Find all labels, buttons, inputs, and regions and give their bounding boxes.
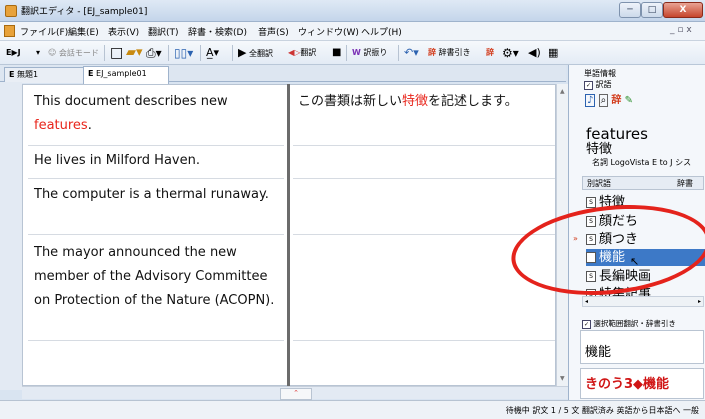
app-icon [5, 5, 17, 17]
layout-icon[interactable]: ▯▯▾ [174, 44, 193, 62]
part-of-speech: 名詞 LogoVista E to J シス [592, 158, 692, 167]
conversation-mode-button[interactable]: ☺ 会話モード [48, 44, 99, 62]
checkbox-checked-icon: ✓ [584, 81, 593, 90]
target-sentence-1[interactable]: この書類は新しい特徴を記述します。 [298, 90, 548, 114]
alternatives-header: 別訳語 辞書 [582, 176, 704, 190]
target-text: この書類は新しい [298, 94, 403, 109]
play-icon: ▶ [238, 46, 247, 59]
dict-entry-icon: S [586, 197, 596, 208]
translation-checkbox[interactable]: ✓ 訳語 [584, 79, 612, 90]
open-folder-icon[interactable]: ▰▾ [126, 44, 143, 62]
mdi-minimize-icon[interactable]: _ ▫ x [670, 25, 692, 35]
toolbar: E▶J ▾ ☺ 会話モード □ ▰▾ ⎙▾ ▯▯▾ A̲▾ ▶ 全翻訳 ◀▷翻訳… [0, 41, 705, 65]
window-title: 翻訳エディタ - [EJ_sample01] [21, 7, 148, 17]
word-info-tools: ♪ ⌕ 辞 ✎ [585, 91, 633, 107]
conversation-mode-label: 会話モード [58, 48, 99, 58]
find-icon[interactable]: ⌕ [598, 94, 609, 107]
tab-type-label: E [88, 69, 94, 78]
document-tabs: E 無題1 E EJ_sample01 [0, 65, 566, 84]
source-sentence-4[interactable]: The mayor announced the new member of th… [34, 241, 284, 313]
primary-translation: 特徴 [586, 142, 613, 157]
checkbox-checked-icon: ✓ [582, 320, 591, 329]
alternatives-icon: W [352, 48, 361, 57]
translate-icon: ◀▷ [288, 48, 301, 57]
speaker-icon[interactable]: ◀) [528, 44, 541, 62]
alternatives-label: 訳振り [363, 48, 388, 57]
dict-icon[interactable]: 辞 [611, 95, 621, 106]
menu-edit[interactable]: 編集(E) [68, 25, 99, 38]
status-text: 待機中 訳文 1 / 5 文 翻訳済み 英語から日本語へ 一般 [505, 406, 699, 415]
column-dict: 辞書 [677, 179, 693, 188]
tab-label: EJ_sample01 [96, 69, 147, 78]
dictionary-lookup-label: 辞書引き [438, 48, 471, 57]
document-icon [4, 25, 15, 37]
lookup-input[interactable]: 機能 [580, 330, 704, 364]
looked-up-word: features [586, 125, 648, 143]
tab-untitled[interactable]: E 無題1 [4, 67, 90, 83]
grid-icon[interactable]: ▦ [548, 44, 558, 62]
result-text: きのう3◆機能 [585, 377, 670, 392]
maximize-button[interactable]: □ [641, 2, 663, 18]
menu-help[interactable]: ヘルプ(H) [361, 25, 402, 38]
menu-translate[interactable]: 翻訳(T) [148, 25, 179, 38]
status-bar: 待機中 訳文 1 / 5 文 翻訳済み 英語から日本語へ 一般 [0, 400, 705, 419]
editor-gutter [0, 82, 22, 390]
minimize-button[interactable]: ─ [619, 2, 641, 18]
pane-splitter[interactable] [287, 84, 290, 386]
menu-dictionary[interactable]: 辞書・検索(D) [188, 25, 247, 38]
new-document-icon[interactable]: □ [110, 44, 123, 62]
highlighted-word: features [34, 118, 88, 133]
checkbox-label: 選択範囲翻訳・辞書引き [593, 319, 676, 328]
source-text: This document describes new [34, 94, 228, 109]
direction-toggle[interactable]: E▶J [6, 44, 21, 62]
dictionary-edit-icon[interactable]: 辞 [486, 44, 494, 62]
word-info-header: 単語情報 [584, 69, 616, 78]
expand-icon[interactable]: ⌃ [280, 388, 312, 400]
column-alternatives: 別訳語 [587, 179, 611, 188]
target-text: を記述します。 [428, 94, 518, 109]
tab-label: 無題1 [17, 70, 39, 79]
direction-dropdown-icon[interactable]: ▾ [36, 44, 40, 62]
translate-label: 翻訳 [300, 48, 317, 57]
source-sentence-3[interactable]: The computer is a thermal runaway. [34, 183, 284, 207]
register-icon[interactable]: ✎ [625, 95, 633, 106]
source-sentence-2[interactable]: He lives in Milford Haven. [34, 149, 284, 173]
menu-view[interactable]: 表示(V) [108, 25, 139, 38]
dictionary-result: きのう3◆機能 [580, 368, 704, 399]
menu-audio[interactable]: 音声(S) [258, 25, 289, 38]
stop-icon[interactable]: ■ [332, 44, 341, 62]
alternatives-button[interactable]: W 訳振り [352, 44, 387, 62]
print-icon[interactable]: ⎙▾ [146, 44, 162, 62]
tab-type-label: E [9, 70, 15, 79]
lookup-word: 機能 [585, 345, 612, 360]
sound-icon[interactable]: ♪ [585, 94, 596, 107]
alternatives-horizontal-scrollbar[interactable]: ◂ ▸ [582, 296, 704, 307]
tab-ej-sample01[interactable]: E EJ_sample01 [83, 66, 169, 84]
settings-gear-icon[interactable]: ⚙▾ [502, 44, 519, 62]
dictionary-lookup-button[interactable]: 辞 辞書引き [428, 44, 471, 62]
menu-file[interactable]: ファイル(F) [20, 25, 68, 38]
selection-lookup-checkbox[interactable]: ✓ 選択範囲翻訳・辞書引き [582, 318, 676, 329]
translate-button[interactable]: ◀▷翻訳 [288, 44, 316, 62]
editor-splitter-bar[interactable]: ⌃ [22, 386, 568, 400]
title-bar[interactable]: 翻訳エディタ - [EJ_sample01] ─ □ X [0, 0, 705, 22]
speech-bubble-icon: ☺ [48, 48, 57, 57]
menu-window[interactable]: ウィンドウ(W) [298, 25, 359, 38]
translate-all-label: 全翻訳 [249, 49, 274, 58]
undo-icon[interactable]: ↶▾ [404, 44, 419, 62]
font-icon[interactable]: A̲▾ [206, 44, 219, 62]
translate-all-button[interactable]: ▶ 全翻訳 [238, 44, 273, 62]
checkbox-label: 訳語 [595, 80, 612, 89]
close-button[interactable]: X [663, 2, 703, 18]
highlighted-word: 特徴 [402, 94, 429, 109]
source-text: . [87, 118, 92, 133]
dictionary-icon: 辞 [428, 48, 436, 57]
source-sentence-1[interactable]: This document describes new features. [34, 90, 284, 138]
menu-bar: ファイル(F) 編集(E) 表示(V) 翻訳(T) 辞書・検索(D) 音声(S)… [0, 22, 705, 41]
